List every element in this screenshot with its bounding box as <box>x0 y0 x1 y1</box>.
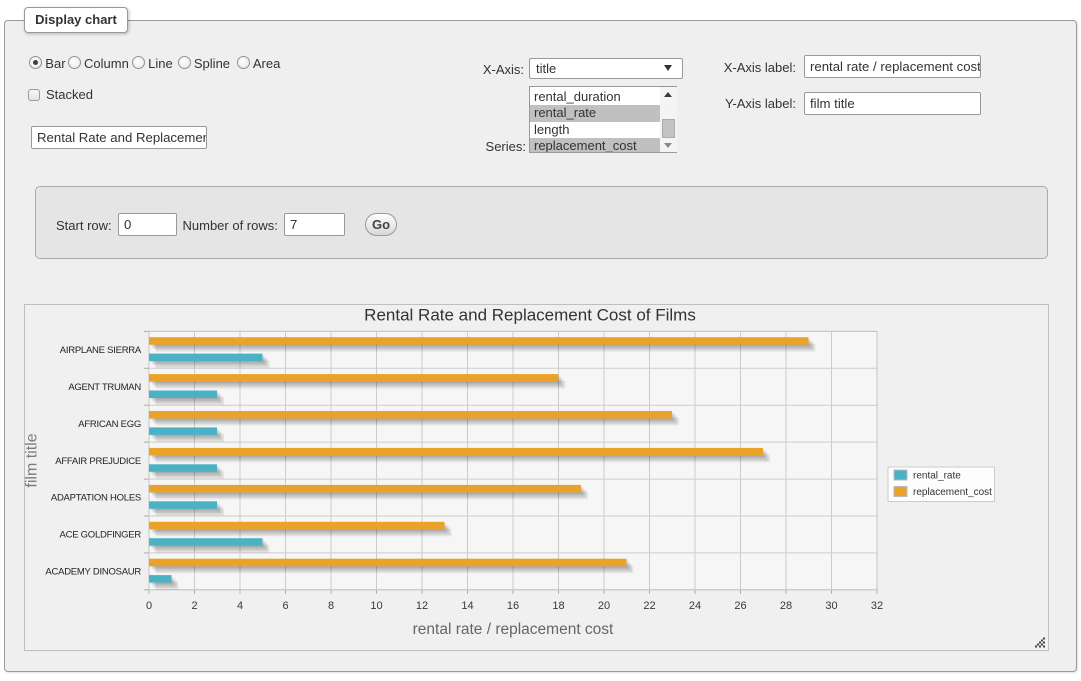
svg-text:AGENT TRUMAN: AGENT TRUMAN <box>68 382 141 393</box>
svg-text:16: 16 <box>507 600 519 612</box>
svg-text:12: 12 <box>416 600 428 612</box>
svg-text:2: 2 <box>191 600 197 612</box>
svg-text:32: 32 <box>871 600 883 612</box>
svg-text:ADAPTATION HOLES: ADAPTATION HOLES <box>51 493 141 504</box>
svg-text:30: 30 <box>825 600 837 612</box>
svg-text:ACE GOLDFINGER: ACE GOLDFINGER <box>60 530 142 541</box>
svg-text:rental_rate: rental_rate <box>913 471 961 482</box>
svg-text:18: 18 <box>552 600 564 612</box>
svg-text:Rental Rate and Replacement Co: Rental Rate and Replacement Cost of Film… <box>364 306 696 325</box>
svg-text:8: 8 <box>328 600 334 612</box>
svg-text:6: 6 <box>282 600 288 612</box>
svg-text:AFFAIR PREJUDICE: AFFAIR PREJUDICE <box>55 456 141 467</box>
svg-text:AFRICAN EGG: AFRICAN EGG <box>78 419 141 430</box>
svg-text:4: 4 <box>237 600 243 612</box>
svg-text:22: 22 <box>643 600 655 612</box>
svg-text:20: 20 <box>598 600 610 612</box>
svg-text:ACADEMY DINOSAUR: ACADEMY DINOSAUR <box>45 567 141 578</box>
svg-text:10: 10 <box>370 600 382 612</box>
svg-text:0: 0 <box>146 600 152 612</box>
svg-text:24: 24 <box>689 600 701 612</box>
svg-text:28: 28 <box>780 600 792 612</box>
svg-text:rental rate / replacement cost: rental rate / replacement cost <box>413 621 614 638</box>
svg-text:26: 26 <box>734 600 746 612</box>
svg-text:14: 14 <box>461 600 473 612</box>
svg-text:film title: film title <box>24 433 41 487</box>
svg-text:replacement_cost: replacement_cost <box>913 487 992 498</box>
svg-text:AIRPLANE SIERRA: AIRPLANE SIERRA <box>60 345 142 356</box>
